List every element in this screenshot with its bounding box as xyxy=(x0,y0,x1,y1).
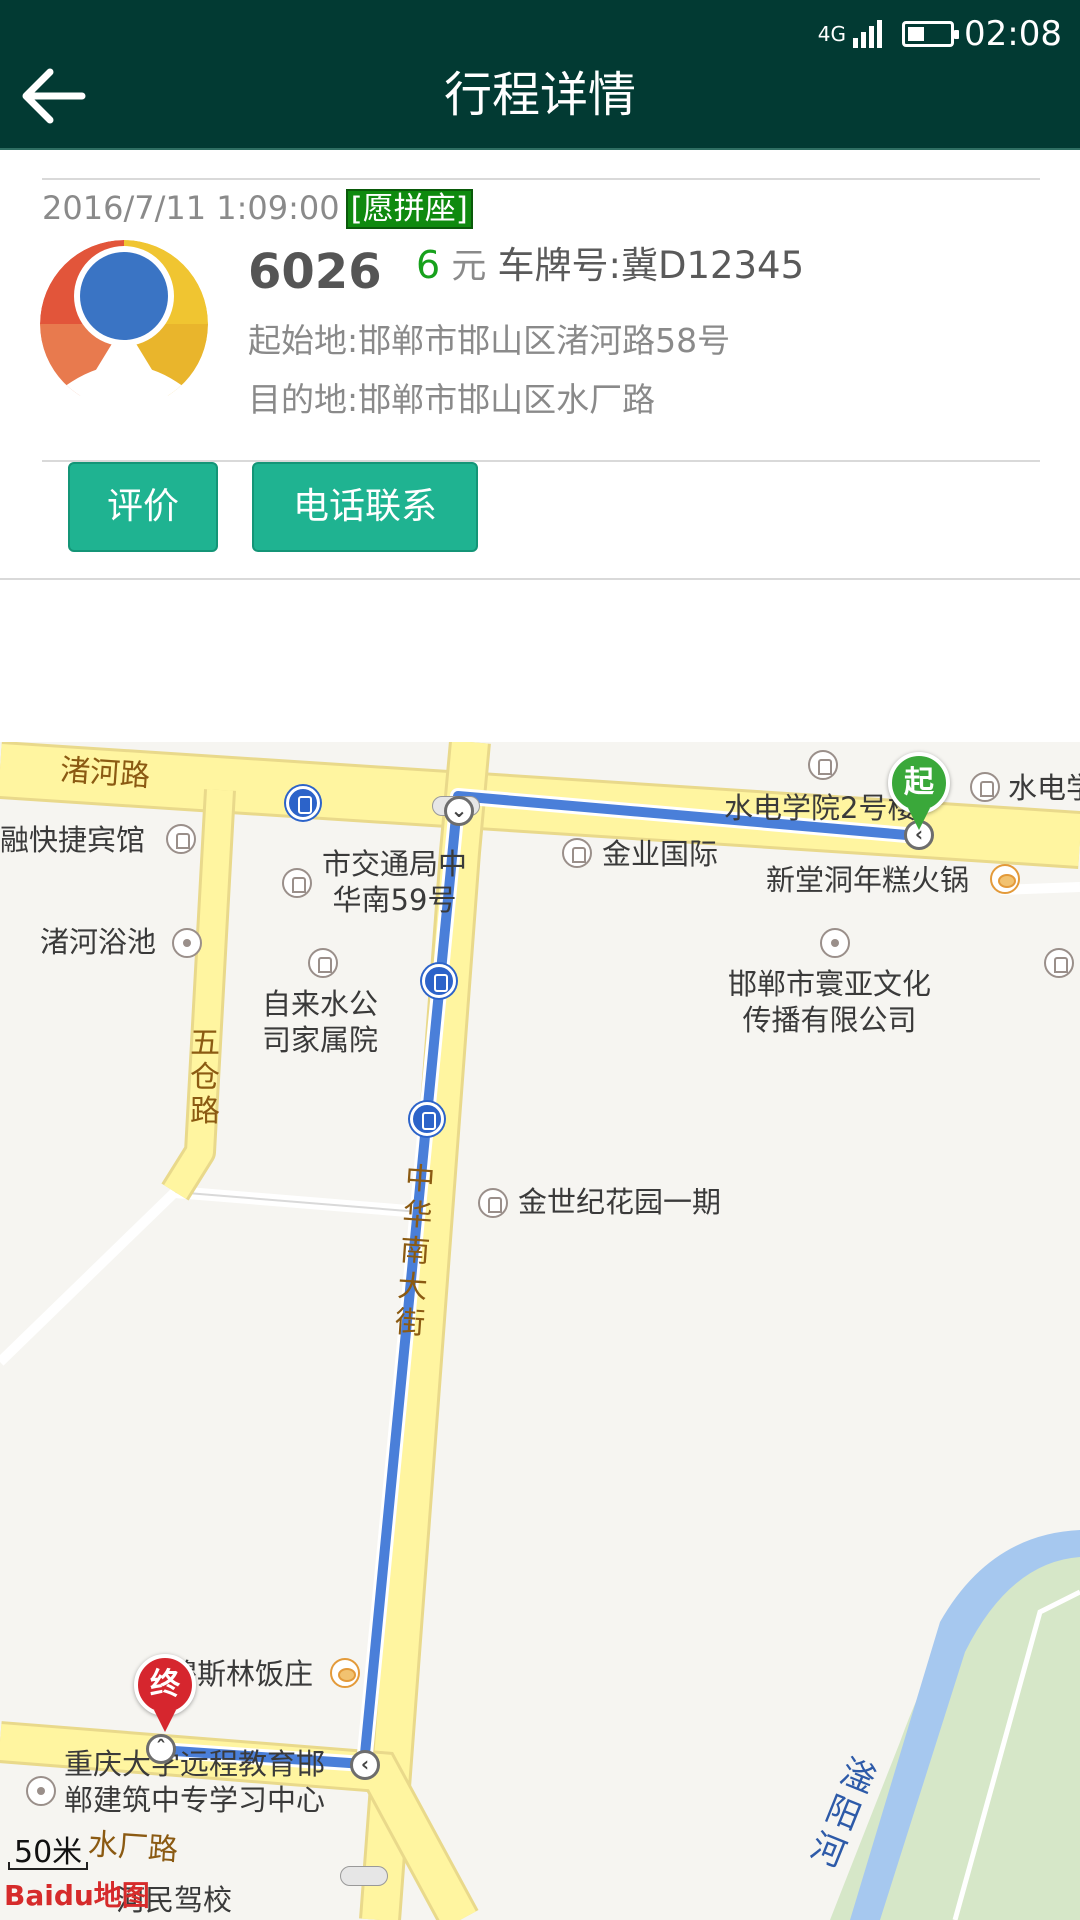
map-scale-bar xyxy=(8,1862,88,1870)
end-label: 目的地: xyxy=(248,380,359,419)
pin-tail xyxy=(908,808,930,830)
poi-dot-icon xyxy=(820,928,850,958)
poi-culture-co[interactable]: 邯郸市寰亚文化 传播有限公司 xyxy=(728,966,931,1038)
turn-point-icon: ‹ xyxy=(350,1750,380,1780)
rate-button[interactable]: 评价 xyxy=(68,462,218,552)
road-label-zhuhe: 渚河路 xyxy=(58,752,152,795)
divider xyxy=(0,578,1080,580)
end-marker-label: 终 xyxy=(134,1654,196,1716)
start-address-row: 起始地:邯郸市邯山区渚河路58号 xyxy=(248,318,730,364)
road-label-shuichang: 水厂路 xyxy=(86,1826,180,1869)
start-address: 邯郸市邯山区渚河路58号 xyxy=(358,321,731,360)
carpool-tag: [愿拼座] xyxy=(345,189,473,229)
status-time: 02:08 xyxy=(964,14,1062,54)
restaurant-icon xyxy=(330,1658,360,1688)
traffic-light-icon xyxy=(340,1866,388,1886)
page-title: 行程详情 xyxy=(443,67,636,123)
bus-stop-icon[interactable] xyxy=(286,786,320,820)
end-pin[interactable]: 终 xyxy=(134,1654,198,1736)
poi-hotel[interactable]: 融快捷宾馆 xyxy=(0,822,145,858)
bus-stop-icon[interactable] xyxy=(422,964,456,998)
plate-number: 车牌号:冀D12345 xyxy=(497,244,805,287)
building-icon xyxy=(282,868,312,898)
fare-info: 6 元 车牌号:冀D12345 xyxy=(416,240,804,292)
building-icon xyxy=(562,838,592,868)
divider xyxy=(42,178,1040,180)
signal-icon xyxy=(850,20,883,48)
trip-datetime: 2016/7/11 1:09:00 [愿拼座] xyxy=(42,186,473,231)
turn-point-icon: ˆ xyxy=(146,1734,176,1764)
status-bar: 4G 02:08 xyxy=(818,14,1062,54)
trip-datetime-text: 2016/7/11 1:09:00 xyxy=(42,189,340,227)
gas-station-icon xyxy=(1044,948,1074,978)
poi-transport-bureau[interactable]: 市交通局中 华南59号 xyxy=(322,846,467,918)
poi-dot-icon xyxy=(26,1776,56,1806)
battery-icon xyxy=(902,21,960,47)
poi-chongqing[interactable]: 重庆大学远程教育邯 郸建筑中专学习中心 xyxy=(64,1746,325,1818)
call-button[interactable]: 电话联系 xyxy=(252,462,478,552)
building-icon xyxy=(808,750,838,780)
end-address: 邯郸市邯山区水厂路 xyxy=(358,380,656,419)
building-icon xyxy=(970,772,1000,802)
end-address-row: 目的地:邯郸市邯山区水厂路 xyxy=(248,377,655,423)
start-label: 起始地: xyxy=(248,321,359,360)
road-label-wucang: 五仓路 xyxy=(190,1026,220,1129)
app-header: 4G 02:08 行程详情 xyxy=(0,0,1080,150)
turn-point-icon: ⌄ xyxy=(444,796,474,826)
avatar xyxy=(40,240,208,408)
start-marker-label: 起 xyxy=(888,752,950,814)
currency: 元 xyxy=(451,247,487,287)
poi-waterworks[interactable]: 自来水公 司家属院 xyxy=(262,986,378,1058)
building-icon xyxy=(308,948,338,978)
poi-jinshiji[interactable]: 金世纪花园一期 xyxy=(518,1184,721,1220)
driver-number: 6026 xyxy=(248,244,382,300)
poi-hotpot[interactable]: 新堂洞年糕火锅 xyxy=(766,862,969,898)
baidu-map-logo: Baidu地图 xyxy=(4,1879,150,1912)
building-icon xyxy=(478,1188,508,1218)
bus-stop-icon[interactable] xyxy=(410,1102,444,1136)
pin-tail xyxy=(154,1710,176,1732)
poi-hydro-right[interactable]: 水电学 xyxy=(1008,770,1080,806)
poi-bathhouse[interactable]: 渚河浴池 xyxy=(40,924,156,960)
trip-price: 6 xyxy=(416,243,441,287)
poi-jinye[interactable]: 金业国际 xyxy=(602,836,718,872)
route-map[interactable]: 渚河路 五仓路 中华南大街 水厂路 滏阳河 融快捷宾馆 渚河浴池 市交通局中 华… xyxy=(0,742,1080,1920)
poi-dot-icon xyxy=(172,928,202,958)
network-type: 4G xyxy=(817,22,847,46)
restaurant-icon xyxy=(990,864,1020,894)
start-pin[interactable]: 起 xyxy=(888,752,952,834)
hotel-icon xyxy=(166,824,196,854)
